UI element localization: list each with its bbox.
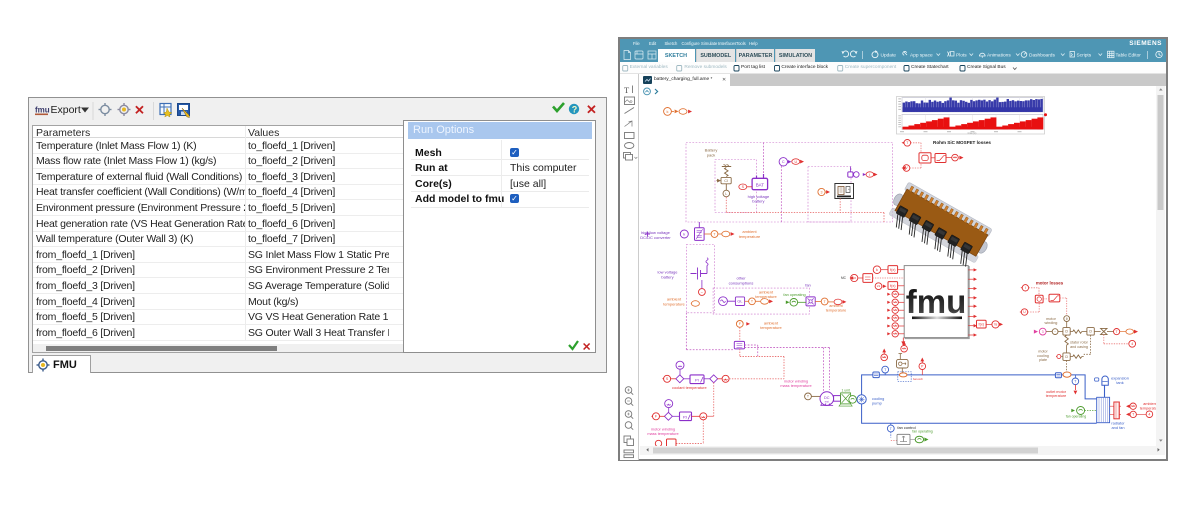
svg-text:T: T: [1116, 330, 1118, 334]
svg-text:temperature: temperature: [663, 302, 685, 307]
svg-text:bat exch: bat exch: [913, 377, 923, 381]
svg-text:temperature: temperature: [1046, 394, 1066, 398]
svg-text:L: L: [725, 192, 727, 196]
svg-text:motor: motor: [1046, 317, 1056, 321]
svg-text:winding: winding: [1045, 321, 1058, 325]
svg-text:DC/DC converter: DC/DC converter: [640, 235, 671, 240]
svg-text:mass temperature: mass temperature: [780, 383, 811, 388]
svg-text:I: I: [1025, 286, 1026, 290]
svg-text:ambient: ambient: [1143, 402, 1157, 406]
svg-text:f(x): f(x): [979, 323, 985, 327]
svg-text:I: I: [869, 173, 870, 177]
svg-text:fan operating: fan operating: [912, 430, 932, 434]
svg-text:f(x): f(x): [890, 268, 896, 272]
svg-text:fan: fan: [805, 283, 811, 288]
svg-text:fmu: fmu: [906, 283, 967, 320]
svg-text:f(x): f(x): [890, 284, 896, 288]
svg-text:GL: GL: [737, 299, 743, 304]
svg-text:consumptions: consumptions: [729, 281, 754, 286]
svg-text:temperature: temperature: [826, 308, 846, 312]
svg-text:P.I: P.I: [683, 415, 687, 420]
svg-text:pump: pump: [872, 400, 882, 405]
svg-text:+: +: [848, 187, 850, 191]
svg-text:mot: mot: [825, 401, 829, 404]
svg-text:4: 4: [1148, 412, 1150, 416]
svg-text:and casing: and casing: [1070, 345, 1088, 349]
svg-text:fan operating: fan operating: [783, 293, 805, 297]
svg-text:CI: CI: [1065, 355, 1068, 359]
svg-text:plate: plate: [1039, 358, 1047, 362]
svg-text:k: k: [683, 231, 685, 236]
svg-text:BAT: BAT: [756, 182, 765, 187]
svg-text:Rohm SiC MOSFET losses: Rohm SiC MOSFET losses: [933, 140, 991, 145]
svg-text:temperature: temperature: [755, 294, 777, 299]
svg-text:battery: battery: [661, 274, 673, 279]
svg-text:temperature: temperature: [760, 325, 782, 330]
svg-text:k: k: [667, 109, 669, 114]
svg-text:motor losses: motor losses: [1036, 281, 1064, 286]
svg-text:MC: MC: [841, 276, 847, 280]
svg-text:U: U: [794, 160, 797, 164]
svg-text:3: 3: [1042, 330, 1044, 334]
svg-text:CI: CI: [1089, 330, 1092, 334]
svg-text:coolant temperature: coolant temperature: [672, 385, 707, 390]
svg-text:−: −: [1054, 330, 1056, 334]
svg-text:PI: PI: [695, 378, 699, 383]
svg-text:CI: CI: [1065, 330, 1068, 334]
svg-text:outlet motor: outlet motor: [1046, 390, 1067, 394]
svg-text:LS: LS: [877, 284, 881, 288]
svg-text:tank: tank: [1116, 380, 1123, 385]
svg-text:T: T: [1132, 413, 1134, 417]
svg-text:temperature: temperature: [739, 234, 761, 239]
svg-text:4: 4: [1131, 342, 1133, 346]
svg-text:T: T: [906, 141, 908, 145]
svg-text:C: C: [782, 160, 785, 164]
svg-text:θ: θ: [1066, 317, 1068, 321]
svg-text:and fan: and fan: [1112, 425, 1125, 430]
svg-text:time (s): time (s): [968, 131, 977, 135]
svg-text:TB: TB: [994, 322, 998, 326]
svg-text:3: 3: [821, 190, 823, 194]
svg-text:pack: pack: [707, 153, 715, 158]
svg-text:1 unit: 1 unit: [842, 389, 850, 393]
svg-text:battery: battery: [752, 199, 764, 204]
svg-text:mass temperature: mass temperature: [647, 431, 678, 436]
svg-text:CI: CI: [724, 179, 728, 183]
svg-text:DC: DC: [824, 396, 830, 400]
svg-text:fan operating: fan operating: [1066, 414, 1086, 418]
svg-text:k: k: [876, 268, 878, 272]
